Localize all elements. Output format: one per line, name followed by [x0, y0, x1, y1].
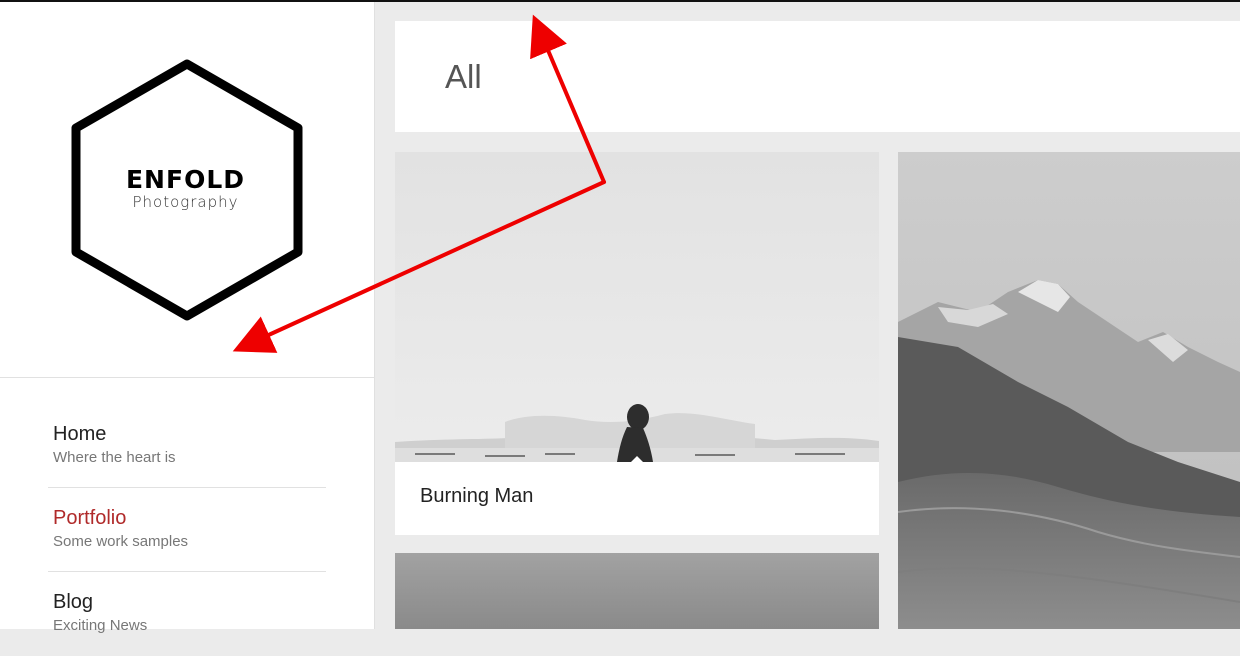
- portfolio-thumbnail: [395, 553, 879, 629]
- portfolio-item[interactable]: [395, 553, 879, 629]
- portfolio-filter-bar: All: [395, 21, 1240, 132]
- nav-item-label: Home: [53, 423, 107, 445]
- portfolio-item-title[interactable]: Burning Man: [420, 485, 533, 508]
- nav-item-portfolio[interactable]: Portfolio Some work samples: [48, 488, 326, 572]
- nav-item-description: Exciting News: [53, 617, 148, 634]
- nav-item-home[interactable]: Home Where the heart is: [48, 378, 326, 488]
- desert-photo: [395, 152, 879, 462]
- portfolio-item[interactable]: [898, 152, 1240, 629]
- nav-item-blog[interactable]: Blog Exciting News: [48, 572, 326, 656]
- sidebar: ENFOLD Photography Home Where the heart …: [0, 2, 375, 634]
- nav-item-description: Some work samples: [53, 533, 189, 550]
- site-logo[interactable]: ENFOLD Photography: [0, 2, 375, 377]
- portfolio-item[interactable]: Burning Man: [395, 152, 879, 535]
- logo-title: ENFOLD: [125, 165, 245, 194]
- filter-all-button[interactable]: All: [445, 58, 482, 96]
- nav-item-description: Where the heart is: [53, 449, 176, 466]
- main-nav: Home Where the heart is Portfolio Some w…: [48, 378, 326, 656]
- mountain-photo: [898, 152, 1240, 629]
- top-border: [0, 0, 1240, 2]
- portfolio-thumbnail[interactable]: [395, 152, 879, 462]
- logo-subtitle: Photography: [132, 193, 239, 211]
- nav-item-label: Blog: [53, 591, 94, 613]
- nav-item-label: Portfolio: [53, 507, 127, 529]
